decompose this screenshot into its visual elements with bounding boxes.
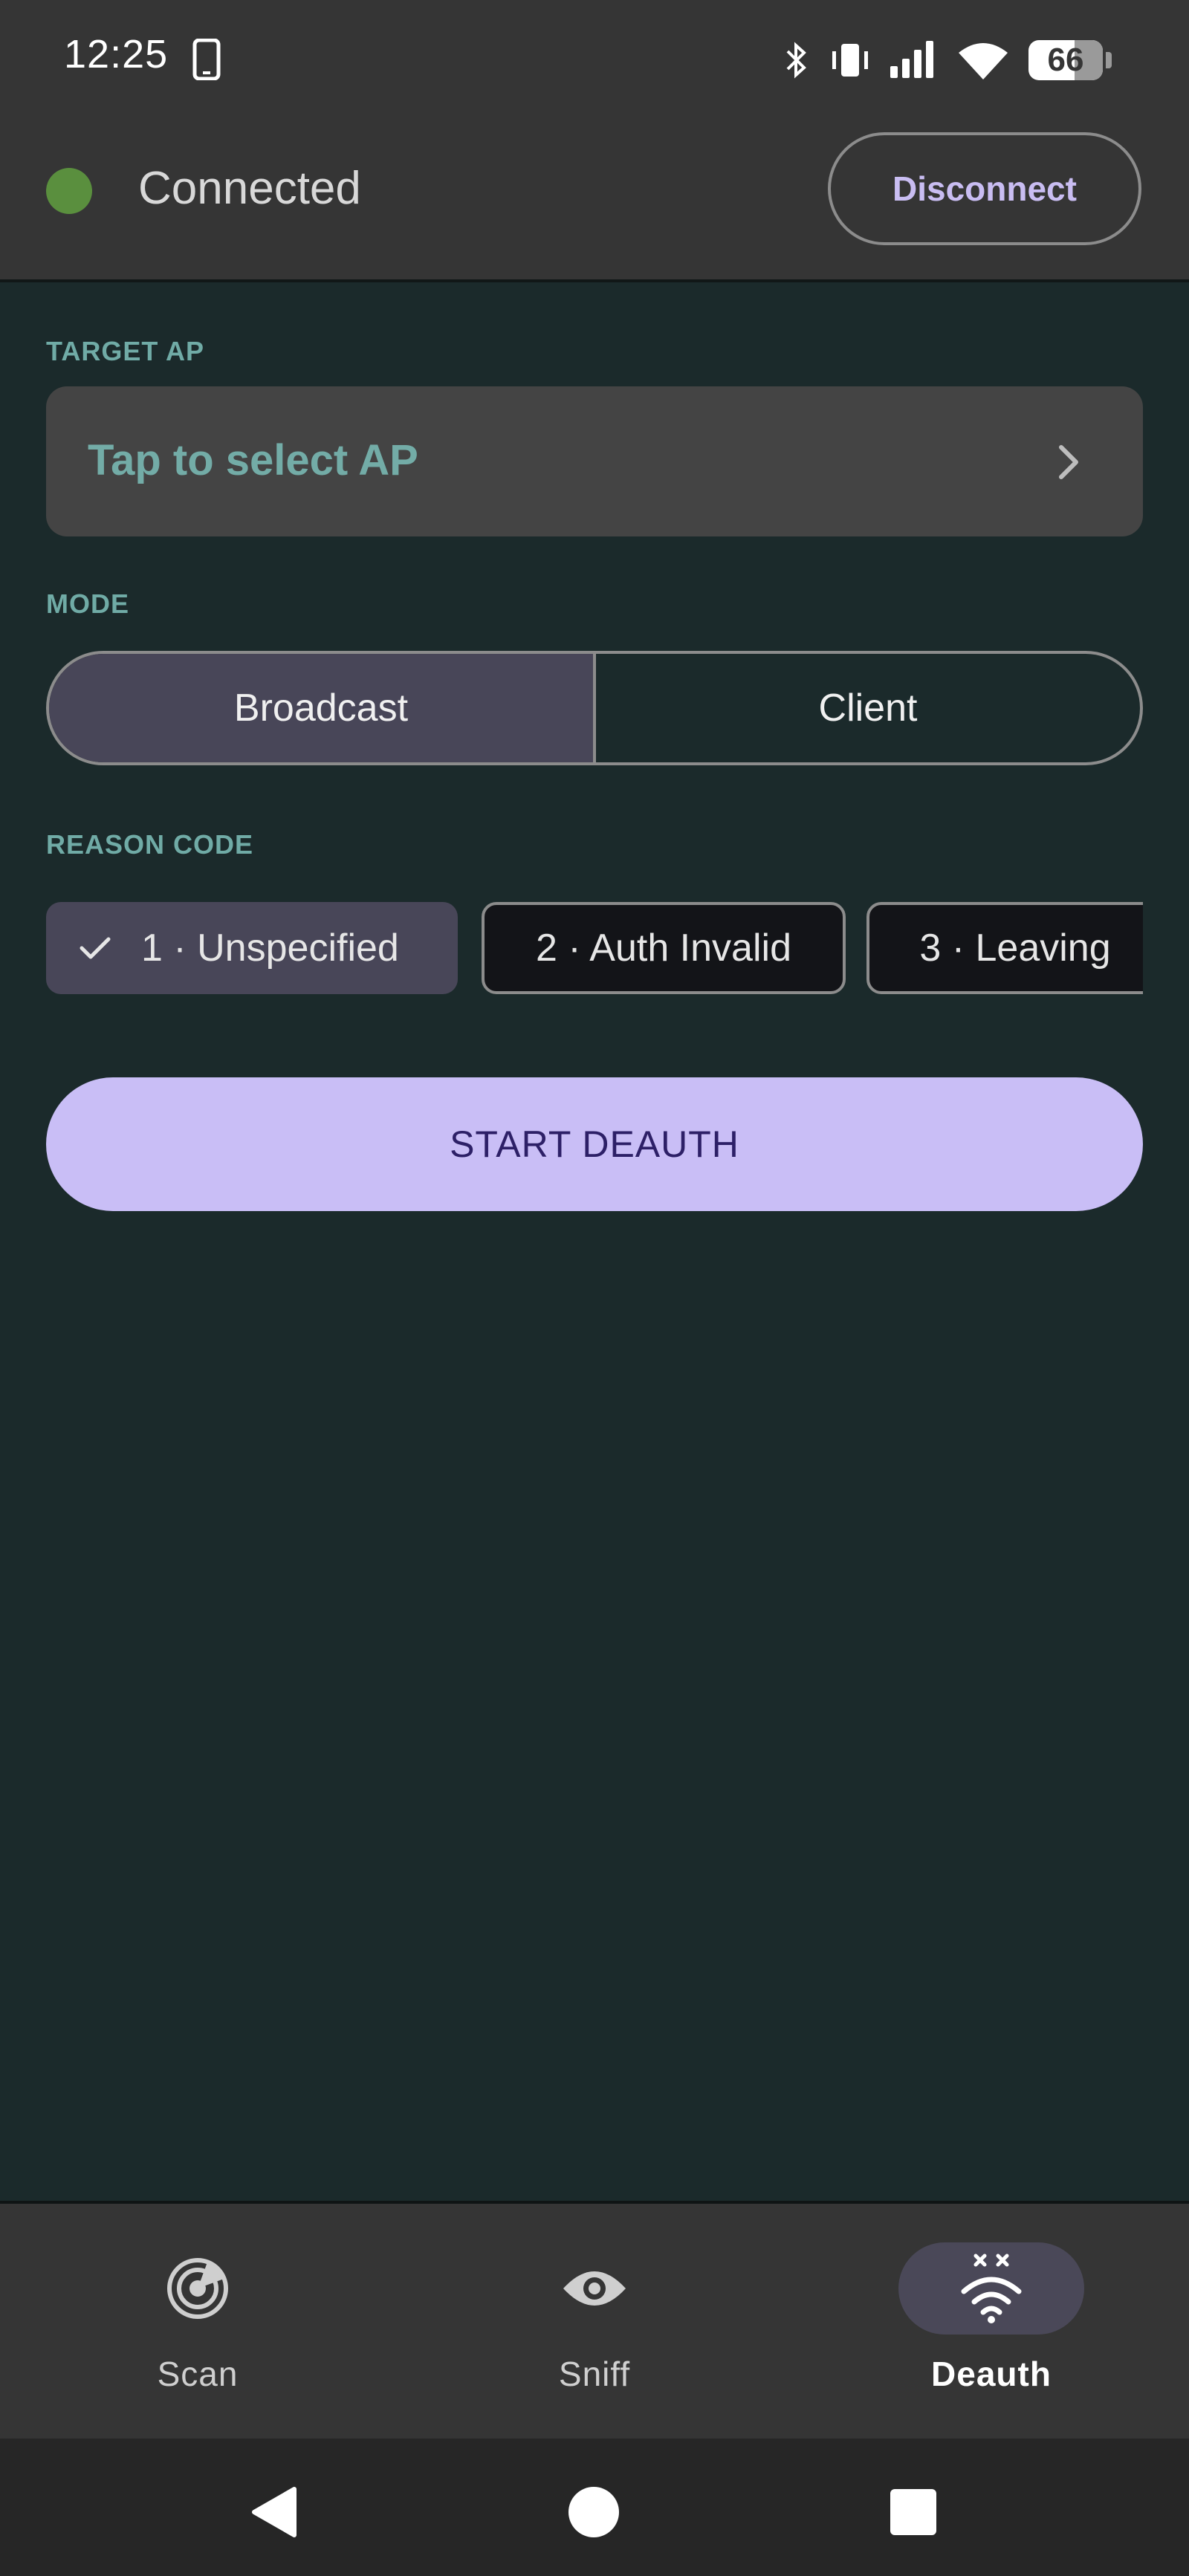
home-icon[interactable] [566,2485,621,2540]
disconnect-button[interactable]: Disconnect [828,132,1141,245]
app-root: 12:25 66 Connected Disconnect TARGET AP … [0,0,1189,2576]
nav-sniff-icon-wrap [502,2242,687,2335]
reason-chip-2[interactable]: 2 · Auth Invalid [482,902,846,994]
phone-icon [192,39,221,80]
wifi-off-icon [961,2254,1022,2323]
nav-deauth-icon-wrap [898,2242,1084,2335]
battery-level: 66 [1047,42,1084,78]
eye-icon [563,2271,626,2306]
status-icons: 66 [782,34,1112,86]
nav-sniff-label: Sniff [558,2355,631,2393]
nav-deauth-label: Deauth [931,2355,1052,2393]
nav-scan-label: Scan [157,2355,239,2393]
signal-icon [890,41,933,78]
nav-item-scan[interactable]: Scan [86,2204,309,2442]
reason-chip-1[interactable]: 1 · Unspecified [46,902,458,994]
target-ap-placeholder: Tap to select AP [88,436,418,484]
connection-status-dot [46,168,92,214]
status-bar: 12:25 66 [0,0,1189,126]
reason-code-label: REASON CODE [46,829,254,860]
reason-code-chips: 1 · Unspecified 2 · Auth Invalid 3 · Lea… [46,902,1143,996]
mode-segmented-control: Broadcast Client [46,651,1143,765]
status-time: 12:25 [64,32,169,77]
mode-option-broadcast[interactable]: Broadcast [49,654,596,762]
radar-icon [167,2258,228,2319]
back-icon[interactable] [248,2485,303,2540]
recents-icon[interactable] [886,2485,941,2540]
mode-label: MODE [46,588,129,619]
battery-nub [1106,52,1112,68]
reason-chip-2-label: 2 · Auth Invalid [536,927,791,970]
wifi-icon [959,43,1008,80]
bluetooth-icon [786,42,806,79]
nav-scan-icon-wrap [105,2242,291,2335]
connection-status-label: Connected [138,163,361,214]
reason-chip-1-label: 1 · Unspecified [141,927,399,970]
start-deauth-button[interactable]: START DEAUTH [46,1077,1143,1211]
reason-chip-3[interactable]: 3 · Leaving [866,902,1143,994]
target-ap-selector[interactable]: Tap to select AP [46,386,1143,536]
check-icon [80,937,111,959]
nav-item-sniff[interactable]: Sniff [483,2204,706,2442]
nav-item-deauth[interactable]: Deauth [880,2204,1103,2442]
bottom-navigation: Scan Sniff Deauth [0,2201,1189,2439]
target-ap-label: TARGET AP [46,336,204,366]
battery-icon: 66 [1028,40,1103,80]
vibrate-icon [832,44,868,77]
reason-chip-3-label: 3 · Leaving [919,927,1111,970]
mode-option-client[interactable]: Client [596,654,1140,762]
chevron-right-icon [1059,445,1078,479]
system-navigation-bar [0,2439,1189,2576]
